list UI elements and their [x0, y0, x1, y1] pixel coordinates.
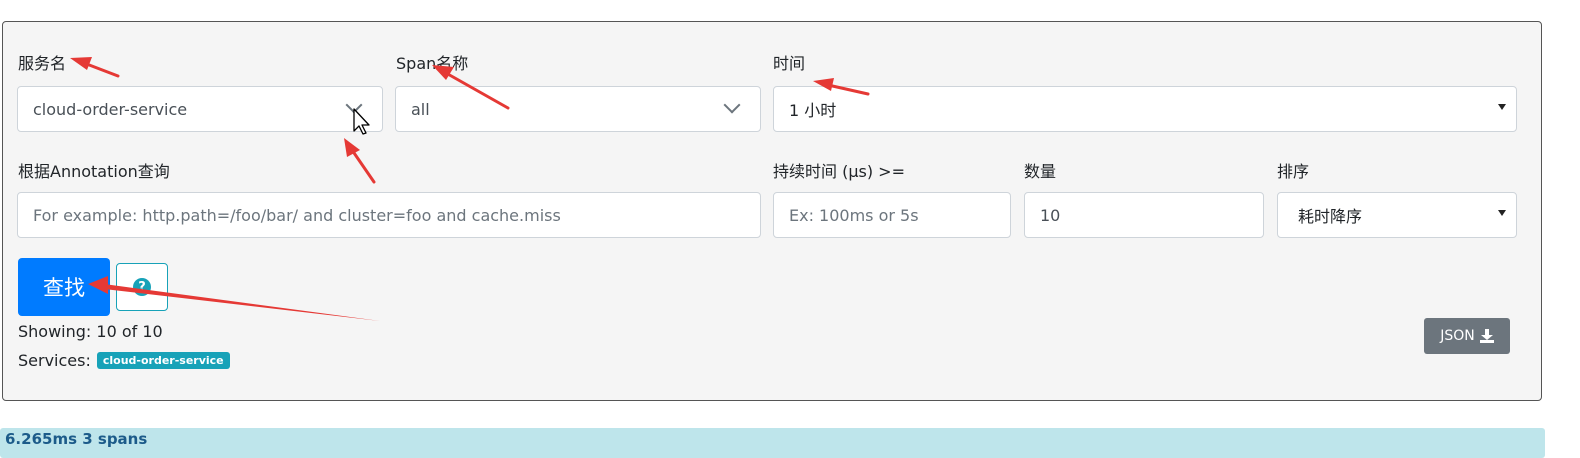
services-label: Services: — [18, 351, 91, 370]
json-label: JSON — [1440, 328, 1475, 344]
services-summary: Services: cloud-order-service — [18, 351, 230, 370]
annotation-query-label: 根据Annotation查询 — [18, 162, 170, 181]
limit-value: 10 — [1040, 205, 1061, 225]
help-button[interactable]: ? — [116, 263, 168, 311]
sort-label: 排序 — [1277, 162, 1310, 181]
duration-input[interactable]: Ex: 100ms or 5s — [773, 192, 1011, 238]
annotation-query-input[interactable]: For example: http.path=/foo/bar/ and clu… — [17, 192, 761, 238]
service-name-label: 服务名 — [18, 54, 67, 73]
span-name-label: Span名称 — [396, 54, 469, 73]
time-select[interactable]: 1 小时 — [773, 86, 1517, 132]
span-name-select[interactable]: all — [395, 86, 761, 132]
service-name-value: cloud-order-service — [33, 99, 188, 119]
trace-summary: 6.265ms 3 spans — [5, 430, 148, 448]
annotation-query-placeholder: For example: http.path=/foo/bar/ and clu… — [33, 205, 561, 225]
sort-select[interactable]: 耗时降序 — [1277, 192, 1517, 238]
limit-input[interactable]: 10 — [1024, 192, 1264, 238]
search-form-panel: 服务名 cloud-order-service Span名称 all 时间 1 … — [2, 21, 1542, 401]
showing-count: Showing: 10 of 10 — [18, 322, 163, 341]
download-icon — [1479, 329, 1494, 343]
sort-value: 耗时降序 — [1298, 207, 1363, 226]
duration-placeholder: Ex: 100ms or 5s — [789, 205, 919, 225]
caret-down-icon — [1498, 104, 1506, 110]
search-button[interactable]: 查找 — [18, 258, 110, 316]
trace-result-row[interactable]: 6.265ms 3 spans — [0, 428, 1545, 458]
chevron-down-icon — [345, 96, 363, 114]
limit-label: 数量 — [1024, 162, 1057, 181]
time-label: 时间 — [773, 54, 806, 73]
chevron-down-icon — [723, 96, 741, 114]
service-name-select[interactable]: cloud-order-service — [17, 86, 383, 132]
span-name-value: all — [411, 99, 430, 119]
time-value: 1 小时 — [789, 101, 837, 120]
json-download-button[interactable]: JSON — [1424, 318, 1510, 354]
caret-down-icon — [1498, 210, 1506, 216]
service-badge[interactable]: cloud-order-service — [96, 352, 230, 369]
duration-label: 持续时间 (μs) >= — [773, 162, 905, 181]
question-circle-icon: ? — [133, 278, 151, 296]
